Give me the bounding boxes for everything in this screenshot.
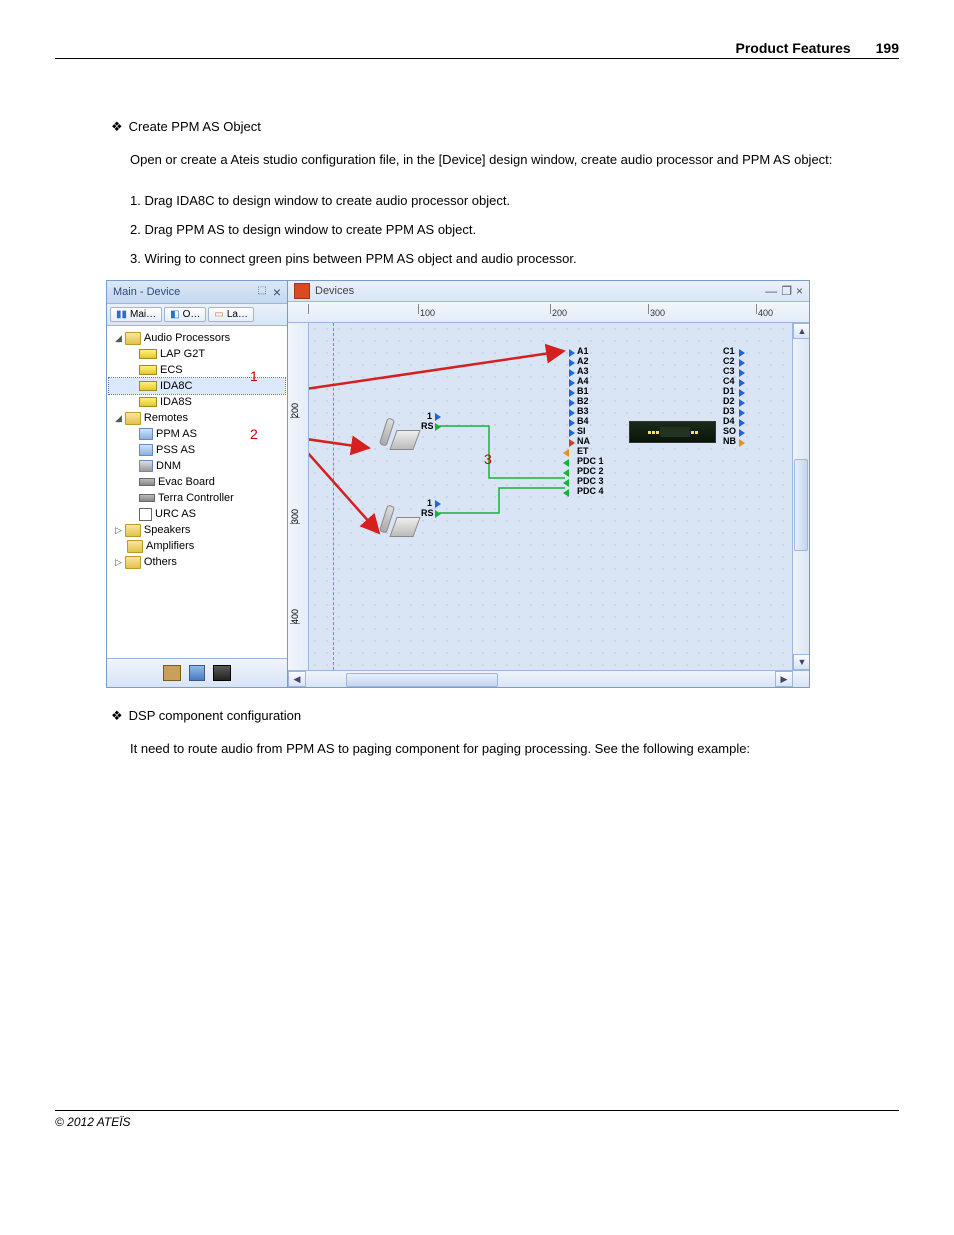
folder-icon <box>125 412 141 425</box>
section1-title: Create PPM AS Object <box>111 119 899 135</box>
folder-icon <box>125 332 141 345</box>
canvas-panel: Devices — ❐ × 100 200 300 400 200 300 40… <box>288 281 809 687</box>
tab-main[interactable]: ▮▮Mai… <box>110 307 162 322</box>
minimize-icon[interactable]: — <box>765 284 777 298</box>
scrollbar-vertical[interactable]: ▲ ▼ <box>792 323 809 670</box>
scroll-thumb[interactable] <box>346 673 498 687</box>
ppm-object-1[interactable] <box>379 418 419 448</box>
panel-tabs: ▮▮Mai… ◧O… ▭La… <box>107 304 287 326</box>
device-icon <box>139 444 153 456</box>
page-number: 199 <box>876 40 899 56</box>
pin-label-1: 1 <box>427 498 432 508</box>
devices-title-icon <box>294 283 310 299</box>
step-3: 3. Wiring to connect green pins between … <box>130 251 899 266</box>
left-panel-title: Main - Device <box>113 286 180 298</box>
pin-label-rs: RS <box>421 421 434 431</box>
section2-intro: It need to route audio from PPM AS to pa… <box>130 738 899 760</box>
device-icon <box>139 428 153 440</box>
canvas-title-text: Devices <box>315 285 354 297</box>
chip-icon <box>139 397 157 407</box>
chip-icon <box>139 381 157 391</box>
pin-icon[interactable] <box>257 284 266 300</box>
pin-icon[interactable] <box>435 413 441 421</box>
app-screenshot: Main - Device ▮▮Mai… ◧O… ▭La… ◢Audio Pro… <box>106 280 899 688</box>
pin-label-1: 1 <box>427 411 432 421</box>
scroll-thumb[interactable] <box>794 459 808 551</box>
scroll-left-button[interactable]: ◀ <box>288 671 306 687</box>
pin-label-rs: RS <box>421 508 434 518</box>
scroll-up-button[interactable]: ▲ <box>793 323 809 339</box>
ruler-vertical: 200 300 400 <box>288 323 309 670</box>
page-footer: © 2012 ATEÏS <box>55 1110 899 1129</box>
restore-icon[interactable]: ❐ <box>781 284 792 298</box>
header-title: Product Features <box>736 40 851 56</box>
bullet-icon <box>111 708 123 724</box>
close-window-icon[interactable]: × <box>796 284 803 298</box>
canvas-titlebar: Devices — ❐ × <box>288 281 809 302</box>
left-panel-footer <box>107 658 287 687</box>
callout-2: 2 <box>250 426 258 442</box>
device-icon <box>139 494 155 502</box>
design-canvas[interactable]: 1 RS 1 RS 3 A1 A2 <box>309 323 792 670</box>
section2-title-text: DSP component configuration <box>129 708 301 724</box>
folder-icon <box>125 556 141 569</box>
footer-btn-2[interactable] <box>189 665 205 681</box>
folder-icon <box>127 540 143 553</box>
section1-intro: Open or create a Ateis studio configurat… <box>130 149 899 171</box>
ppm-object-2[interactable] <box>379 505 419 535</box>
callout-1: 1 <box>250 368 258 384</box>
device-icon <box>139 508 152 521</box>
section2-title: DSP component configuration <box>111 708 899 724</box>
ruler-horizontal: 100 200 300 400 <box>288 302 809 323</box>
scrollbar-horizontal[interactable]: ◀ ▶ <box>288 670 809 687</box>
ida8c-object[interactable] <box>629 421 716 443</box>
chip-icon <box>139 365 157 375</box>
callout-3: 3 <box>484 451 492 467</box>
tab-o[interactable]: ◧O… <box>164 307 206 322</box>
arrow-annotations <box>309 323 792 670</box>
device-tree[interactable]: ◢Audio Processors LAP G2T ECS IDA8C IDA8… <box>107 326 287 658</box>
bullet-icon <box>111 119 123 135</box>
app-window: Main - Device ▮▮Mai… ◧O… ▭La… ◢Audio Pro… <box>106 280 810 688</box>
page-header: Product Features 199 <box>55 40 899 59</box>
scroll-down-button[interactable]: ▼ <box>793 654 809 670</box>
chip-icon <box>139 349 157 359</box>
footer-btn-1[interactable] <box>163 665 181 681</box>
pin-icon[interactable] <box>435 423 441 431</box>
tree-item-ppm-as[interactable]: PPM AS <box>109 426 285 442</box>
step-2: 2. Drag PPM AS to design window to creat… <box>130 222 899 237</box>
scroll-right-button[interactable]: ▶ <box>775 671 793 687</box>
device-icon <box>139 478 155 486</box>
tab-la[interactable]: ▭La… <box>208 307 254 322</box>
left-panel-titlebar: Main - Device <box>107 281 287 304</box>
section1-title-text: Create PPM AS Object <box>129 119 261 135</box>
close-icon[interactable] <box>273 284 281 300</box>
pin-icon[interactable] <box>435 500 441 508</box>
folder-icon <box>125 524 141 537</box>
pin-icon[interactable] <box>435 510 441 518</box>
footer-btn-3[interactable] <box>213 665 231 681</box>
step-1: 1. Drag IDA8C to design window to create… <box>130 193 899 208</box>
tree-item-ida8c[interactable]: IDA8C <box>109 378 285 394</box>
left-panel: Main - Device ▮▮Mai… ◧O… ▭La… ◢Audio Pro… <box>107 281 288 687</box>
device-icon <box>139 460 153 472</box>
